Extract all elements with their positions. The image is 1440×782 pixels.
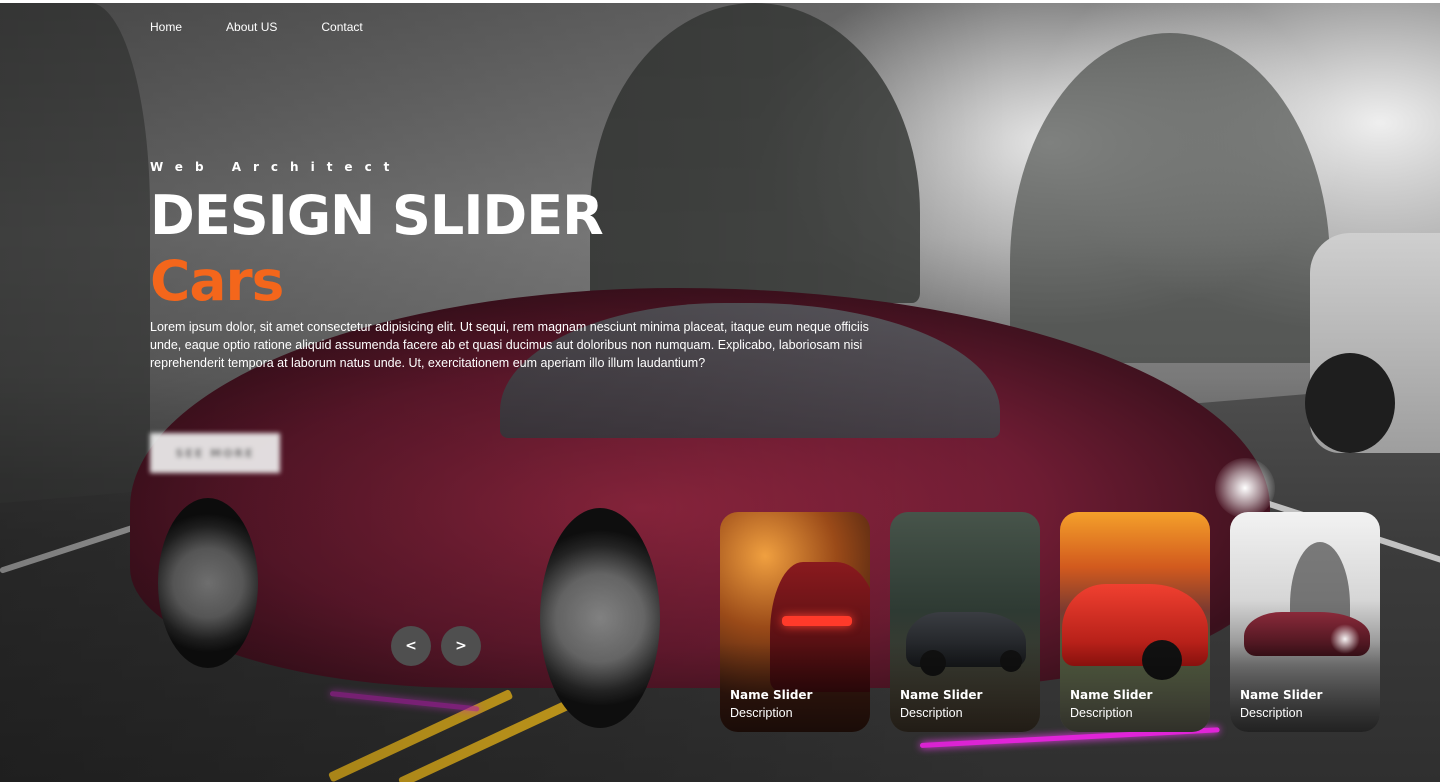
taillight: [782, 616, 852, 626]
top-nav: Home About US Contact: [150, 17, 407, 37]
see-more-button[interactable]: SEE MORE: [150, 433, 280, 473]
prev-button[interactable]: <: [391, 626, 431, 666]
thumbnail-card[interactable]: Name Slider Description: [1230, 512, 1380, 732]
thumbnail-description: Description: [1240, 706, 1303, 720]
thumbnail-card[interactable]: Name Slider Description: [1060, 512, 1210, 732]
thumbnail-card[interactable]: Name Slider Description: [720, 512, 870, 732]
hero-eyebrow: Web Architect: [150, 160, 402, 174]
nav-contact-link[interactable]: Contact: [321, 17, 362, 37]
hero-content: Web Architect DESIGN SLIDER Cars Lorem i…: [150, 158, 870, 372]
nav-home-link[interactable]: Home: [150, 17, 182, 37]
thumbnail-name: Name Slider: [900, 688, 983, 702]
thumbnail-name: Name Slider: [1070, 688, 1153, 702]
thumbnail-description: Description: [900, 706, 963, 720]
hero-title: DESIGN SLIDER: [150, 184, 604, 247]
thumbnail-card[interactable]: Name Slider Description: [890, 512, 1040, 732]
thumbnail-description: Description: [1070, 706, 1133, 720]
thumbnail-description: Description: [730, 706, 793, 720]
thumbnail-name: Name Slider: [730, 688, 813, 702]
nav-about-link[interactable]: About US: [226, 17, 277, 37]
hero-description: Lorem ipsum dolor, sit amet consectetur …: [150, 320, 869, 370]
thumbnail-name: Name Slider: [1240, 688, 1323, 702]
next-button[interactable]: >: [441, 626, 481, 666]
hero-topic: Cars: [150, 249, 284, 313]
